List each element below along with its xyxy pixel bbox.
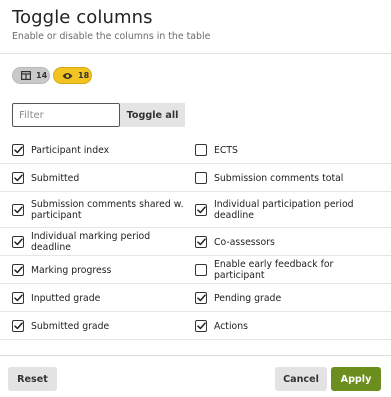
- checkbox-checked[interactable]: [12, 204, 24, 216]
- column-row: Submitted grade Actions: [0, 312, 391, 340]
- checkbox-checked[interactable]: [195, 236, 207, 248]
- column-label: Enable early feedback for participant: [214, 259, 334, 281]
- column-label: Submitted: [31, 172, 80, 184]
- checkmark-icon: [13, 294, 23, 302]
- column-label: Pending grade: [214, 292, 282, 304]
- apply-button[interactable]: Apply: [331, 367, 381, 391]
- checkmark-icon: [196, 322, 206, 330]
- column-toggle-item[interactable]: Inputted grade: [12, 284, 187, 312]
- column-row: Submitted Submission comments total: [0, 164, 391, 192]
- checkbox-checked[interactable]: [12, 172, 24, 184]
- dialog-title: Toggle columns: [12, 7, 153, 28]
- column-toggle-item[interactable]: Pending grade: [195, 284, 385, 312]
- checkmark-icon: [13, 266, 23, 274]
- hidden-columns-badge[interactable]: 14: [12, 67, 50, 84]
- hidden-columns-count: 14: [36, 71, 48, 80]
- column-label: Participant index: [31, 144, 110, 156]
- dialog-footer: Reset Cancel Apply: [0, 355, 391, 397]
- column-toggle-item[interactable]: Marking progress: [12, 256, 187, 284]
- column-row: Participant index ECTS: [0, 136, 391, 164]
- checkbox-checked[interactable]: [195, 204, 207, 216]
- column-label: Actions: [214, 320, 248, 332]
- table-columns-icon: [21, 71, 31, 80]
- column-label: ECTS: [214, 144, 238, 156]
- column-count-badges: 14 18: [12, 67, 92, 84]
- checkmark-icon: [196, 238, 206, 246]
- column-row: Individual marking period deadline Co-ass…: [0, 228, 391, 256]
- eye-icon: [62, 72, 73, 80]
- dialog-subtitle: Enable or disable the columns in the tab…: [12, 31, 211, 42]
- column-toggle-item[interactable]: Submitted grade: [12, 312, 187, 340]
- column-label: Submitted grade: [31, 320, 110, 332]
- checkmark-icon: [196, 206, 206, 214]
- reset-button[interactable]: Reset: [8, 367, 57, 391]
- column-toggle-item[interactable]: Co-assessors: [195, 228, 385, 256]
- visible-columns-count: 18: [78, 71, 90, 80]
- checkbox-unchecked[interactable]: [195, 172, 207, 184]
- checkmark-icon: [13, 174, 23, 182]
- checkbox-checked[interactable]: [195, 320, 207, 332]
- column-toggle-item[interactable]: Submitted: [12, 164, 187, 192]
- checkbox-unchecked[interactable]: [195, 144, 207, 156]
- filter-row: Toggle all: [12, 103, 185, 127]
- cancel-button[interactable]: Cancel: [275, 367, 327, 391]
- visible-columns-badge[interactable]: 18: [53, 67, 92, 84]
- column-toggle-item[interactable]: Enable early feedback for participant: [195, 256, 385, 284]
- column-label: Submission comments total: [214, 172, 344, 184]
- dialog-header: Toggle columns Enable or disable the col…: [0, 0, 391, 54]
- checkmark-icon: [13, 322, 23, 330]
- column-toggle-item[interactable]: Individual participation period deadline: [195, 192, 385, 228]
- filter-input[interactable]: [12, 103, 120, 127]
- column-label: Inputted grade: [31, 292, 101, 304]
- column-toggle-item[interactable]: Participant index: [12, 136, 187, 164]
- column-row: Submission comments shared w. participan…: [0, 192, 391, 228]
- checkbox-checked[interactable]: [12, 236, 24, 248]
- checkbox-checked[interactable]: [12, 320, 24, 332]
- column-label: Individual participation period deadline: [214, 199, 354, 221]
- column-label: Submission comments shared w. participan…: [31, 199, 184, 221]
- column-toggle-item[interactable]: Individual marking period deadline: [12, 228, 187, 256]
- column-toggle-item[interactable]: Submission comments total: [195, 164, 385, 192]
- toggle-all-button[interactable]: Toggle all: [120, 103, 185, 127]
- checkmark-icon: [13, 238, 23, 246]
- column-toggle-item[interactable]: Actions: [195, 312, 385, 340]
- checkmark-icon: [196, 294, 206, 302]
- checkbox-checked[interactable]: [195, 292, 207, 304]
- column-toggle-item[interactable]: ECTS: [195, 136, 385, 164]
- column-row: Marking progress Enable early feedback fo…: [0, 256, 391, 284]
- checkmark-icon: [13, 206, 23, 214]
- checkbox-checked[interactable]: [12, 264, 24, 276]
- checkmark-icon: [13, 146, 23, 154]
- column-label: Co-assessors: [214, 236, 275, 248]
- column-label: Marking progress: [31, 264, 112, 276]
- column-toggle-item[interactable]: Submission comments shared w. participan…: [12, 192, 187, 228]
- checkbox-unchecked[interactable]: [195, 264, 207, 276]
- checkbox-checked[interactable]: [12, 144, 24, 156]
- column-label: Individual marking period deadline: [31, 231, 151, 253]
- column-row: Inputted grade Pending grade: [0, 284, 391, 312]
- checkbox-checked[interactable]: [12, 292, 24, 304]
